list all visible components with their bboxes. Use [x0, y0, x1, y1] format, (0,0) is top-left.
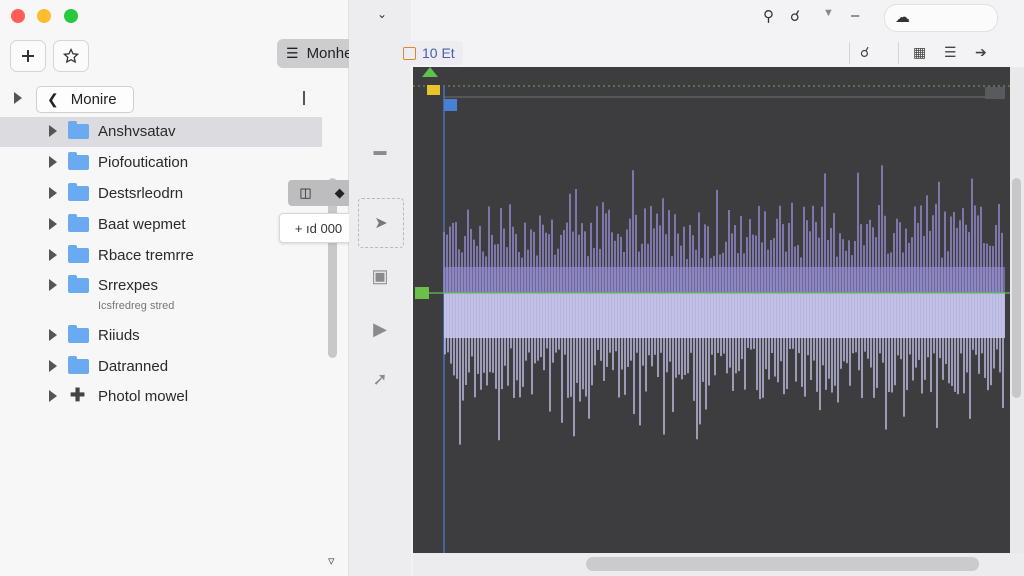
favorite-button[interactable] — [53, 40, 89, 72]
disclosure-triangle-icon[interactable] — [49, 360, 57, 372]
file-icon — [403, 46, 416, 60]
list-item[interactable]: Rbace tremrre — [0, 241, 322, 271]
list-item-label: Srrexpes — [98, 277, 159, 294]
disclosure-triangle-icon[interactable] — [49, 187, 57, 199]
list-item[interactable]: Srrexpes — [0, 271, 322, 301]
clip-tools-popup[interactable]: ◫ ◆ — [288, 180, 356, 206]
plus-icon — [22, 50, 34, 62]
waveform-bottom-channel — [444, 293, 1005, 445]
folder-icon — [68, 214, 89, 232]
zoom-window-button[interactable] — [64, 9, 78, 23]
diamond-arrow-icon[interactable]: ◆ — [335, 185, 345, 201]
monitor-icon[interactable]: ◫ — [299, 185, 311, 201]
plus-icon: ✚ — [70, 385, 86, 405]
toolbar-divider — [849, 42, 850, 64]
tab-label: 10 Et — [422, 45, 455, 61]
list-item-sublabel: Icsfredreg stred — [98, 300, 175, 312]
folder-icon — [68, 183, 89, 201]
list-view-icon[interactable]: ☰ — [944, 44, 957, 61]
folder-icon — [68, 245, 89, 263]
grid-view-icon[interactable]: ▦ — [913, 44, 926, 61]
arrow-right-icon[interactable]: ➔ — [975, 44, 987, 61]
sidebar: ❮ Monire Anshvsatav Piofoutication Dests… — [0, 0, 349, 576]
folder-icon — [68, 121, 89, 139]
select-tool-button[interactable]: ➤ — [358, 198, 404, 248]
back-navigation-button[interactable]: ❮ Monire — [36, 86, 134, 113]
toolbar-divider — [898, 42, 899, 64]
search-field[interactable]: ☁ — [884, 4, 998, 32]
chevron-down-icon[interactable]: ⌄ — [377, 7, 387, 21]
filter-icon[interactable]: ▿ — [328, 553, 335, 569]
magnify-tool-icon[interactable]: ☌ — [790, 7, 800, 25]
disclosure-triangle-icon[interactable] — [49, 329, 57, 341]
lines-tool-icon[interactable]: ▬ — [361, 136, 399, 164]
track-end-cap — [985, 87, 1005, 99]
list-item-label: Baat wepmet — [98, 216, 186, 233]
minimize-icon[interactable]: – — [851, 7, 859, 24]
start-marker-icon[interactable] — [422, 67, 438, 77]
canvas-vertical-thumb[interactable] — [1012, 178, 1021, 398]
list-item[interactable]: Riiuds — [0, 321, 322, 351]
zoom-label: + ıd 000 — [294, 220, 343, 236]
sidebar-header-row: ❮ Monire — [0, 84, 330, 114]
list-item[interactable]: Destsrleodrn — [0, 179, 322, 209]
add-button[interactable] — [10, 40, 46, 72]
nav-label: Monire — [70, 91, 117, 108]
star-icon — [63, 48, 79, 64]
play-tool-icon[interactable]: ▶ — [361, 315, 399, 343]
folder-icon — [68, 325, 89, 343]
track-marker-green[interactable] — [415, 287, 429, 299]
mode-label: Monhe — [306, 45, 353, 62]
list-item-label: Destsrleodrn — [98, 185, 184, 202]
disclosure-triangle-icon[interactable] — [49, 125, 57, 137]
folder-icon — [68, 356, 89, 374]
zoom-tool-icon[interactable]: ☌ — [860, 44, 869, 61]
list-item[interactable]: Anshvsatav — [0, 117, 322, 147]
playhead-handle[interactable] — [444, 99, 457, 111]
stop-tool-icon[interactable]: ▣ — [361, 262, 399, 290]
disclosure-triangle-icon[interactable] — [49, 218, 57, 230]
tab-file[interactable]: 10 Et — [397, 41, 463, 65]
list-item[interactable]: Datranned — [0, 352, 322, 382]
list-item[interactable]: Baat wepmet — [0, 210, 322, 240]
minimize-window-button[interactable] — [37, 9, 51, 23]
canvas-horizontal-thumb[interactable] — [586, 557, 979, 571]
tool-strip: ▬ ▣ ▶ ➚ — [349, 0, 411, 576]
cloud-icon: ☁ — [895, 9, 910, 26]
disclosure-triangle-icon[interactable] — [49, 390, 57, 402]
dropdown-arrow-icon[interactable]: ▼ — [823, 7, 834, 19]
folder-icon — [68, 275, 89, 293]
close-window-button[interactable] — [11, 9, 25, 23]
list-item[interactable]: Piofoutication — [0, 148, 322, 178]
disclosure-triangle-icon[interactable] — [49, 249, 57, 261]
sidebar-divider-icon — [303, 91, 305, 105]
loop-marker-yellow[interactable] — [427, 85, 440, 95]
waveform-canvas[interactable] — [413, 67, 1010, 553]
list-item-label: Photol mowel — [98, 388, 189, 405]
arrow-tool-icon[interactable]: ➚ — [361, 365, 399, 393]
cursor-icon: ➤ — [374, 215, 388, 232]
sliders-icon: ☰ — [286, 45, 299, 61]
disclosure-triangle-icon[interactable] — [14, 92, 22, 104]
waveform-graphic — [413, 67, 1010, 553]
list-item-label: Riiuds — [98, 327, 140, 344]
list-item-label: Anshvsatav — [98, 123, 176, 140]
list-item-label: Datranned — [98, 358, 169, 375]
list-item-label: Piofoutication — [98, 154, 189, 171]
waveform-top-channel — [443, 165, 1005, 293]
disclosure-triangle-icon[interactable] — [49, 279, 57, 291]
zoom-popup[interactable]: + ıd 000 — [279, 213, 358, 243]
chevron-left-icon: ❮ — [47, 91, 59, 107]
disclosure-triangle-icon[interactable] — [49, 156, 57, 168]
list-item-label: Rbace tremrre — [98, 247, 194, 264]
folder-icon — [68, 152, 89, 170]
list-item[interactable]: ✚ Photol mowel — [0, 382, 322, 412]
search-icon[interactable]: ⚲ — [763, 7, 774, 25]
